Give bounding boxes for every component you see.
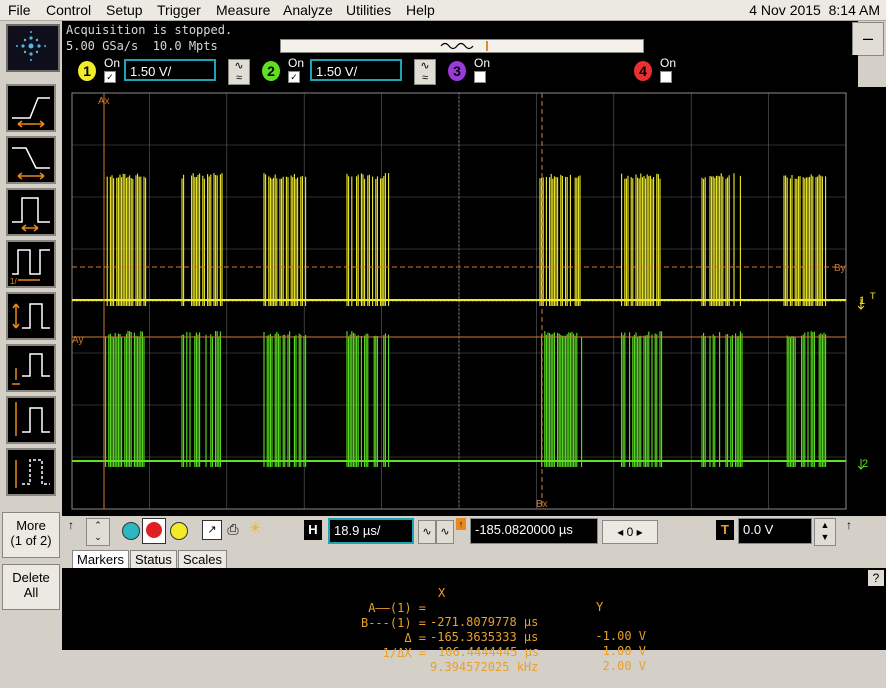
- channel-1-ground-marker[interactable]: 1: [859, 295, 865, 307]
- markers-panel: X Y A——(1) = -271.8079778 µs -1.00 V B--…: [62, 568, 886, 674]
- more-page-label: (1 of 2): [10, 533, 52, 548]
- minimize-button[interactable]: –: [852, 22, 884, 56]
- marker-inverse-row: 1/ΔX = 9.394572025 kHz: [62, 632, 886, 674]
- overshoot-icon[interactable]: [6, 448, 56, 496]
- sample-rate: 5.00 GSa/s 10.0 Mpts: [66, 39, 218, 53]
- vertical-stepper[interactable]: ⌃ ⌄: [86, 518, 110, 546]
- channel-2-ground-marker[interactable]: 2: [862, 458, 868, 470]
- channel-1-on-label: On: [104, 56, 121, 70]
- marker-b-row: B---(1) = -165.3635333 µs 1.00 V: [62, 602, 886, 658]
- marker-inverse-x: 9.394572025 kHz: [430, 660, 539, 674]
- channel-controls: 1 On ✓ 1.50 V/ ∿ ≈ 2 On ✓ 1.50 V/ ∿ ≈ 3 On…: [62, 55, 858, 87]
- channel-2-badge[interactable]: 2: [262, 61, 280, 81]
- scroll-up-arrow-icon[interactable]: ↑: [68, 518, 78, 534]
- color-red-button[interactable]: [142, 518, 166, 544]
- delete-label: Delete: [12, 570, 50, 585]
- horizontal-h-badge: H: [304, 520, 322, 540]
- marker-delta-y: 2.00 V: [602, 659, 646, 673]
- delete-all-button[interactable]: Delete All: [2, 564, 60, 610]
- keysight-logo-icon[interactable]: [6, 24, 60, 72]
- left-tool-panel: 1/ More (1 of 2) Delete All: [0, 74, 62, 650]
- top-level-icon[interactable]: [6, 396, 56, 444]
- horizontal-scale-field[interactable]: 18.9 µs/: [328, 518, 414, 544]
- menu-utilities[interactable]: Utilities: [346, 2, 391, 18]
- channel-2-coupling-button[interactable]: ∿ ≈: [414, 59, 436, 85]
- menu-setup[interactable]: Setup: [106, 2, 143, 18]
- menu-measure[interactable]: Measure: [216, 2, 270, 18]
- pulse-width-icon[interactable]: [6, 188, 56, 236]
- menu-trigger[interactable]: Trigger: [157, 2, 201, 18]
- marker-a-row: A——(1) = -271.8079778 µs -1.00 V: [62, 587, 886, 643]
- channel-1-badge[interactable]: 1: [78, 61, 96, 81]
- marker-delta-x: 106.4444445 µs: [438, 645, 540, 659]
- trigger-position-marker-icon[interactable]: ↑: [456, 518, 466, 530]
- tab-status[interactable]: Status: [130, 550, 177, 569]
- channel-4-on-label: On: [660, 56, 677, 70]
- trigger-level-field[interactable]: 0.0 V: [738, 518, 812, 544]
- menu-help[interactable]: Help: [406, 2, 435, 18]
- svg-text:T: T: [870, 291, 876, 301]
- date-time: 4 Nov 2015 8:14 AM: [749, 2, 880, 18]
- channel-level-markers: 1 T 2: [857, 87, 886, 516]
- marker-by-label: By: [834, 263, 846, 274]
- brightness-icon[interactable]: ☀: [246, 520, 264, 538]
- marker-ax-label: Ax: [98, 96, 110, 107]
- menu-control[interactable]: Control: [46, 2, 91, 18]
- svg-text:1/: 1/: [10, 277, 17, 286]
- marker-inverse-label: 1/ΔX =: [382, 646, 426, 660]
- menu-file[interactable]: File: [8, 2, 31, 18]
- help-button[interactable]: ?: [868, 570, 884, 586]
- horizontal-position-field[interactable]: -185.0820000 µs: [470, 518, 598, 544]
- channel-1-coupling-button[interactable]: ∿ ≈: [228, 59, 250, 85]
- channel-1-scale[interactable]: 1.50 V/: [124, 59, 216, 81]
- channel-3-badge[interactable]: 3: [448, 61, 466, 81]
- trigger-up-arrow-icon[interactable]: ↑: [846, 518, 856, 534]
- channel-2-on-label: On: [288, 56, 305, 70]
- position-stepper-value: 0: [626, 525, 634, 539]
- screenshot-icon[interactable]: ↗: [202, 520, 222, 540]
- amplitude-icon[interactable]: [6, 292, 56, 340]
- channel-3-on-checkbox[interactable]: [474, 71, 486, 83]
- acquisition-status: Acquisition is stopped. 5.00 GSa/s 10.0 …: [62, 21, 858, 55]
- position-stepper[interactable]: ◂ 0 ▸: [602, 520, 658, 544]
- base-level-icon[interactable]: [6, 344, 56, 392]
- channel-4-on-checkbox[interactable]: [660, 71, 672, 83]
- tab-scales[interactable]: Scales: [178, 550, 228, 569]
- channel-2-scale[interactable]: 1.50 V/: [310, 59, 402, 81]
- rising-edge-trigger-icon[interactable]: [6, 84, 56, 132]
- horizontal-control-row: ↑ ⌃ ⌄ ↗ ⎙ ☀ H 18.9 µs/ ∿ ∿ ↑ -185.0820000…: [62, 516, 886, 548]
- printer-icon[interactable]: ⎙: [224, 520, 242, 538]
- marker-bx-label: Bx: [536, 499, 548, 510]
- acquisition-status-text: Acquisition is stopped.: [66, 23, 233, 37]
- waveform-display[interactable]: Ax Ay By Bx: [62, 87, 858, 516]
- waveform-overview-bar[interactable]: [280, 39, 644, 53]
- menu-analyze[interactable]: Analyze: [283, 2, 333, 18]
- color-cyan-button[interactable]: [122, 522, 140, 540]
- coarse-adjust-icon[interactable]: ∿: [436, 520, 454, 544]
- waveform-canvas[interactable]: Ax Ay By Bx: [62, 87, 858, 516]
- channel-3-on-label: On: [474, 56, 491, 70]
- color-yellow-button[interactable]: [170, 522, 188, 540]
- fine-adjust-icon[interactable]: ∿: [418, 520, 436, 544]
- marker-delta-row: Δ = 106.4444445 µs 2.00 V: [62, 617, 886, 673]
- channel-1-on-checkbox[interactable]: ✓: [104, 71, 116, 83]
- more-label: More: [16, 518, 46, 533]
- channel-4-badge[interactable]: 4: [634, 61, 652, 81]
- menu-bar: File Control Setup Trigger Measure Analy…: [0, 0, 886, 21]
- more-button[interactable]: More (1 of 2): [2, 512, 60, 558]
- trigger-t-badge: T: [716, 520, 734, 540]
- period-icon[interactable]: 1/: [6, 240, 56, 288]
- channel-2-on-checkbox[interactable]: ✓: [288, 71, 300, 83]
- marker-ay-label: Ay: [72, 335, 84, 346]
- delete-all-label: All: [23, 585, 39, 600]
- trigger-level-stepper[interactable]: ▲ ▼: [814, 518, 836, 546]
- info-tabs: Markers Status Scales: [62, 548, 886, 569]
- falling-edge-trigger-icon[interactable]: [6, 136, 56, 184]
- tab-markers[interactable]: Markers: [72, 550, 129, 569]
